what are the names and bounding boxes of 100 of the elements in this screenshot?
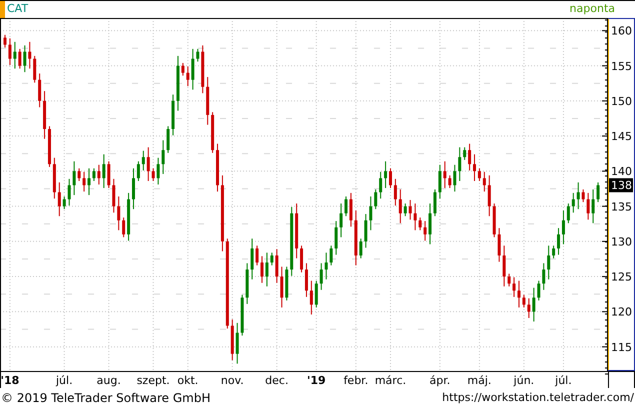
candle <box>156 157 160 186</box>
candle <box>216 143 219 192</box>
candle <box>404 202 407 217</box>
candle <box>389 168 392 189</box>
candle <box>488 174 491 217</box>
candle <box>270 252 274 266</box>
candle <box>265 252 268 287</box>
copyright-text: © 2019 TeleTrader Software GmbH <box>1 390 211 407</box>
candle <box>206 76 210 126</box>
y-axis-label: 140 <box>611 165 632 178</box>
candle <box>463 146 466 160</box>
candle <box>492 202 496 238</box>
x-axis-label: dec. <box>265 374 288 386</box>
candle <box>498 228 501 262</box>
x-axis-label: júl. <box>56 374 73 386</box>
candle <box>117 196 120 231</box>
candle <box>478 168 481 182</box>
x-axis-label: '19 <box>307 374 326 386</box>
candle <box>295 202 298 259</box>
candle <box>508 273 511 287</box>
candle <box>211 112 214 154</box>
candle <box>330 245 333 266</box>
candle <box>97 164 100 186</box>
candle <box>586 192 590 220</box>
candle <box>340 202 343 238</box>
x-axis-label: nov. <box>220 374 244 386</box>
candle <box>547 245 550 280</box>
candle <box>502 245 506 287</box>
candle <box>4 34 6 48</box>
candle <box>468 143 472 171</box>
candle <box>542 262 546 290</box>
candle <box>62 196 66 210</box>
candle <box>379 171 382 200</box>
candle <box>527 298 530 318</box>
candle <box>572 192 575 214</box>
x-axis-label: márc. <box>374 374 406 386</box>
x-axis-label: júl. <box>555 374 572 386</box>
candle <box>52 157 56 200</box>
candle <box>374 188 378 210</box>
candle <box>146 146 150 182</box>
candle <box>236 322 239 364</box>
candle <box>107 160 110 189</box>
candle <box>142 150 145 171</box>
candle <box>152 168 155 182</box>
candle <box>191 48 194 90</box>
candle <box>82 171 86 192</box>
y-axis-label: 120 <box>611 306 632 319</box>
candle <box>285 266 288 301</box>
candle <box>320 262 323 290</box>
chart-title: CAT <box>7 1 28 18</box>
candle <box>592 188 595 224</box>
y-axis-label: 145 <box>611 130 632 144</box>
candle <box>196 48 200 62</box>
candle <box>369 196 372 231</box>
candle <box>354 210 358 266</box>
candle <box>537 280 540 301</box>
x-axis-label: ápr. <box>430 374 450 386</box>
candle <box>453 164 456 192</box>
candle <box>132 168 135 210</box>
candle <box>582 188 585 203</box>
candle <box>256 245 259 266</box>
x-axis-label: aug. <box>96 374 121 386</box>
candle <box>246 262 249 304</box>
candle <box>532 287 536 322</box>
y-axis-label: 130 <box>611 235 632 248</box>
candle <box>576 182 580 210</box>
x-axis-label: febr. <box>344 374 368 386</box>
candle <box>314 280 318 308</box>
y-axis-label: 150 <box>611 94 632 108</box>
candle <box>260 256 264 284</box>
candle <box>448 174 452 189</box>
candle <box>334 220 338 256</box>
candle <box>166 126 170 154</box>
x-axis-label: '18 <box>0 374 20 386</box>
last-price-tag: 138 <box>609 178 633 192</box>
candle <box>122 217 126 238</box>
candle <box>33 55 36 84</box>
candle <box>596 182 600 203</box>
candle <box>72 160 76 196</box>
candle <box>310 280 313 315</box>
website-link[interactable]: https://workstation.teletrader.com/ <box>442 390 634 406</box>
candle <box>473 154 476 182</box>
candle <box>384 160 388 189</box>
y-axis-label: 125 <box>611 270 632 284</box>
candle <box>8 38 12 66</box>
x-axis-label: jún. <box>514 374 534 386</box>
candle <box>250 238 254 280</box>
candle <box>23 44 26 73</box>
candle <box>78 168 81 182</box>
candle <box>552 245 556 259</box>
candle <box>201 44 204 94</box>
candle <box>566 202 570 224</box>
candle <box>364 214 368 248</box>
candle <box>522 294 526 308</box>
candle <box>13 41 16 70</box>
candle <box>424 220 427 242</box>
candle <box>398 188 402 224</box>
candle <box>443 160 446 189</box>
candle <box>58 182 61 217</box>
interval-label: naponta <box>570 1 615 18</box>
